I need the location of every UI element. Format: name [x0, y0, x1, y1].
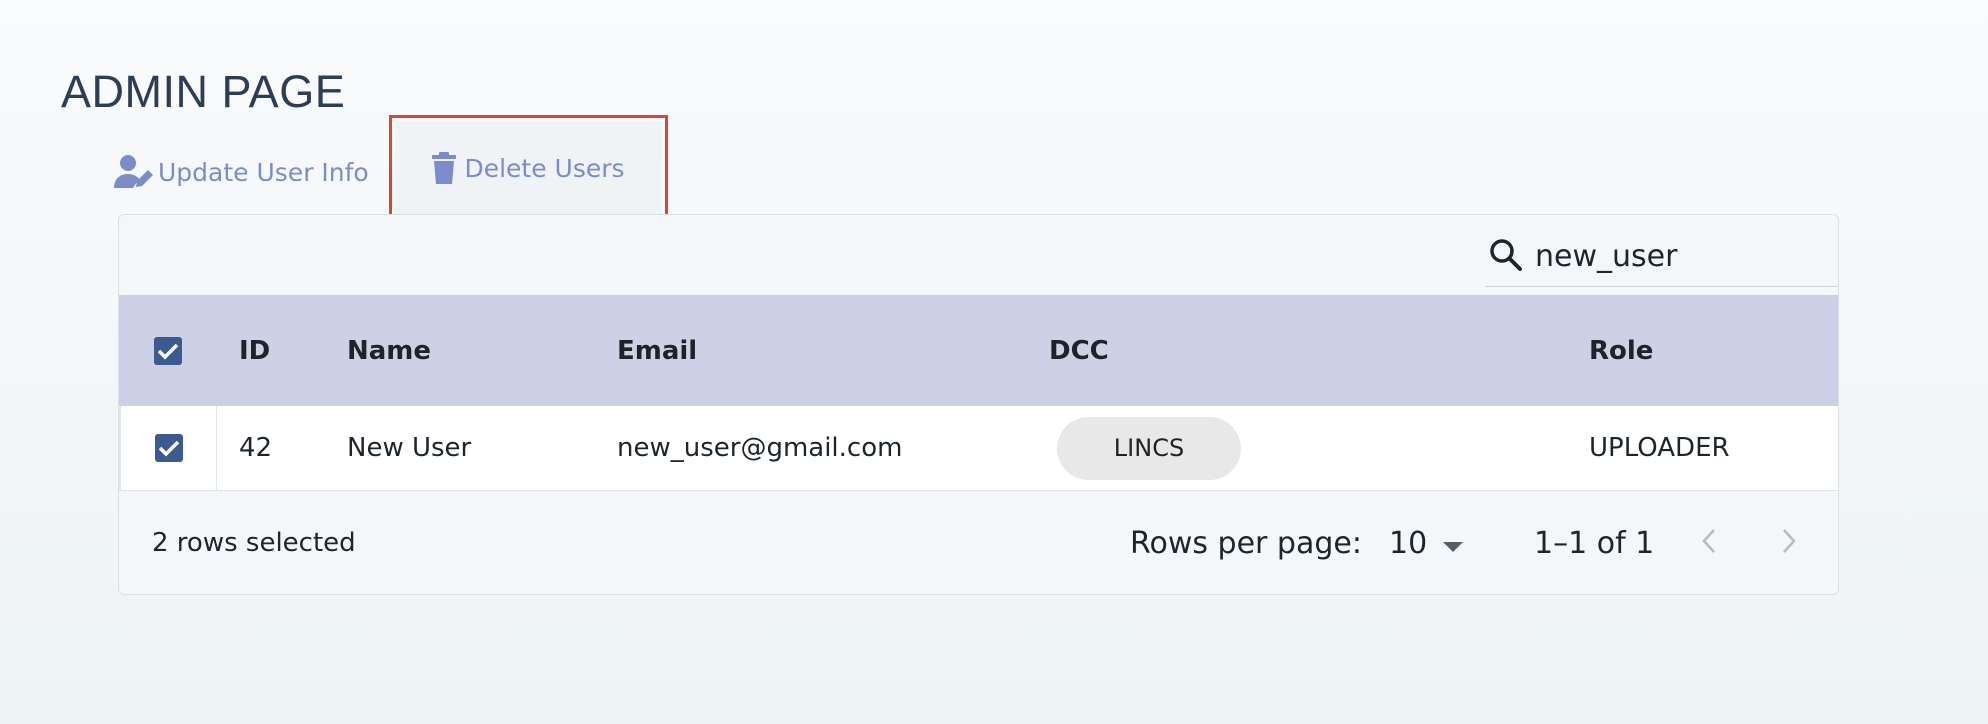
search-icon: [1489, 238, 1523, 276]
page-title: ADMIN PAGE: [61, 66, 346, 117]
dcc-chip: LINCS: [1057, 416, 1241, 480]
cell-role: UPLOADER: [1589, 433, 1730, 463]
tab-delete-users[interactable]: Delete Users: [389, 115, 668, 221]
tab-label: Delete Users: [464, 153, 625, 183]
cell-email: new_user@gmail.com: [617, 433, 903, 463]
page-range: 1–1 of 1: [1534, 525, 1655, 561]
column-header-email[interactable]: Email: [617, 295, 697, 406]
next-page-button[interactable]: [1781, 491, 1797, 594]
table-row[interactable]: 42 New User new_user@gmail.com LINCS UPL…: [119, 406, 1838, 491]
user-edit-icon: [114, 154, 154, 190]
search-input[interactable]: [1535, 239, 1838, 274]
users-data-grid: ID Name Email DCC Role 42 New User new_u…: [118, 214, 1839, 595]
rows-per-page-select[interactable]: 10: [1389, 491, 1464, 594]
tab-label: Update User Info: [158, 157, 369, 187]
rows-per-page-label: Rows per page:: [1130, 525, 1362, 561]
column-header-role[interactable]: Role: [1589, 295, 1653, 406]
chevron-left-icon: [1701, 528, 1717, 558]
selected-rows-count: 2 rows selected: [152, 528, 356, 558]
previous-page-button[interactable]: [1701, 491, 1717, 594]
select-all-cell: [119, 295, 217, 406]
row-select-cell: [119, 406, 217, 490]
cell-dcc: LINCS: [1049, 406, 1241, 490]
table-footer: 2 rows selected Rows per page: 10 1–1 of…: [119, 491, 1838, 594]
column-header-name[interactable]: Name: [347, 295, 431, 406]
cell-id: 42: [239, 433, 273, 463]
select-all-checkbox[interactable]: [154, 336, 182, 365]
tab-update-user-info[interactable]: Update User Info: [114, 150, 369, 194]
column-header-dcc[interactable]: DCC: [1049, 295, 1109, 406]
search-bar: [1485, 227, 1838, 287]
table-header-row: ID Name Email DCC Role: [119, 295, 1838, 406]
caret-down-icon: [1443, 526, 1464, 561]
chevron-right-icon: [1781, 528, 1797, 558]
trash-icon: [432, 152, 457, 184]
row-checkbox[interactable]: [154, 434, 183, 462]
column-header-id[interactable]: ID: [239, 295, 270, 406]
cell-name: New User: [347, 433, 472, 463]
rows-per-page-value: 10: [1389, 525, 1428, 561]
